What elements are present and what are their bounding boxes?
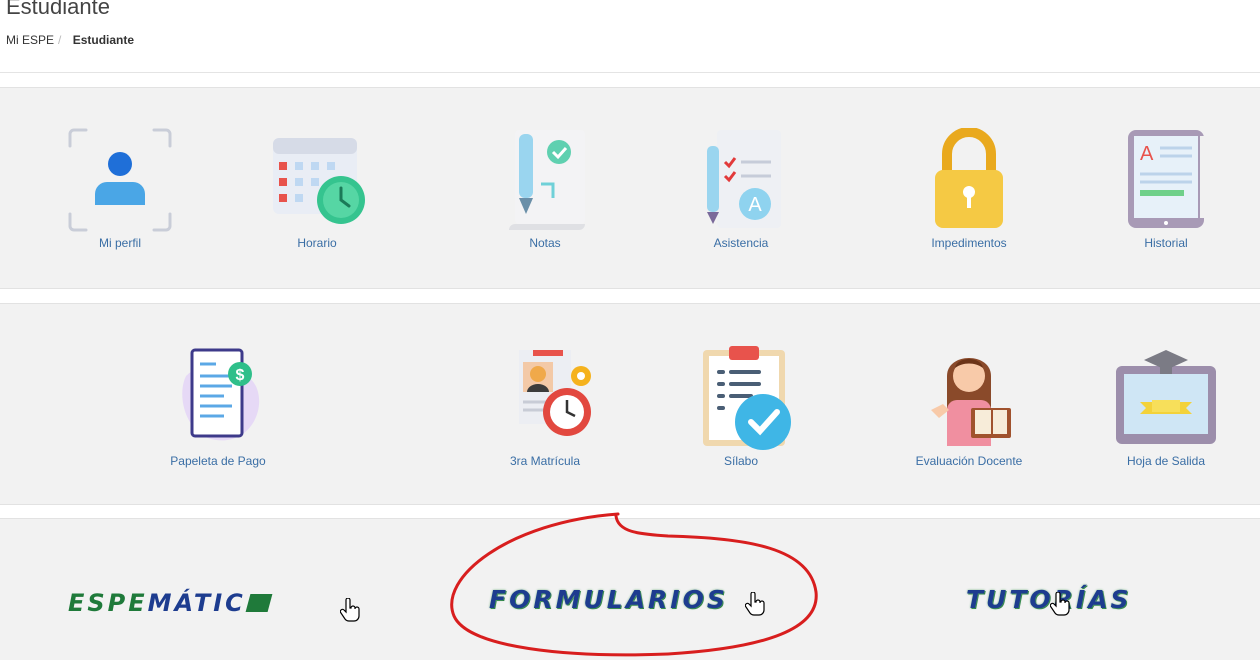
syllabus-clipboard-icon: [703, 346, 791, 450]
breadcrumb-current: Estudiante: [72, 33, 135, 47]
tile-label: Notas: [529, 236, 561, 250]
tile-3ra-matricula[interactable]: 3ra Matrícula: [470, 346, 620, 468]
breadcrumb-separator: /: [58, 33, 62, 47]
tile-label: Mi perfil: [98, 236, 141, 250]
breadcrumb: Mi ESPE / Estudiante: [6, 33, 134, 47]
tile-evaluacion-docente[interactable]: Evaluación Docente: [894, 346, 1044, 468]
tile-label: Sílabo: [723, 454, 759, 468]
tile-notas[interactable]: Notas: [470, 128, 620, 250]
tutorias-label: TUTORÍAS: [966, 585, 1132, 614]
payment-receipt-icon: $: [182, 348, 260, 441]
graduation-diploma-icon: [1116, 350, 1216, 444]
enrollment-timer-icon: [519, 350, 591, 436]
espematico-part2: MÁTIC: [147, 589, 246, 617]
user-profile-icon: [68, 128, 172, 232]
tile-hoja-de-salida[interactable]: Hoja de Salida: [1091, 346, 1241, 468]
hand-cursor-icon: [340, 598, 360, 622]
svg-text:$: $: [236, 367, 245, 384]
svg-text:A: A: [748, 194, 762, 216]
tile-label: Impedimentos: [931, 236, 1007, 250]
tile-label: Historial: [1144, 236, 1188, 250]
tile-mi-perfil[interactable]: Mi perfil: [45, 128, 195, 250]
tile-historial[interactable]: A Historial: [1091, 128, 1241, 250]
breadcrumb-home-link[interactable]: Mi ESPE: [6, 33, 54, 47]
calendar-clock-icon: [273, 138, 365, 224]
tile-label: Papeleta de Pago: [170, 454, 266, 468]
page-title: Estudiante: [6, 0, 110, 19]
tile-silabo[interactable]: Sílabo: [666, 346, 816, 468]
tile-label: Asistencia: [713, 236, 769, 250]
espematico-link[interactable]: ESPEMÁTIC: [68, 589, 273, 617]
attendance-checklist-icon: A: [707, 130, 781, 228]
hand-cursor-icon: [745, 592, 765, 616]
page-header: Estudiante Mi ESPE / Estudiante: [0, 0, 1260, 73]
annotation-circle: [450, 512, 818, 657]
tile-label: 3ra Matrícula: [509, 454, 581, 468]
menu-row-2: $ Papeleta de Pago 3ra Matrícula Sílabo …: [0, 303, 1260, 505]
tile-asistencia[interactable]: A Asistencia: [666, 128, 816, 250]
espematico-o-block: [245, 594, 273, 612]
svg-text:A: A: [1140, 143, 1154, 165]
tile-horario[interactable]: Horario: [242, 128, 392, 250]
tablet-history-icon: A: [1128, 130, 1210, 228]
hand-cursor-icon: [1050, 592, 1070, 616]
tutorias-link[interactable]: TUTORÍAS: [966, 585, 1132, 614]
teacher-evaluation-icon: [931, 358, 1011, 446]
tile-papeleta-de-pago[interactable]: $ Papeleta de Pago: [143, 346, 293, 468]
espematico-part1: ESPE: [68, 589, 148, 617]
tile-impedimentos[interactable]: Impedimentos: [894, 128, 1044, 250]
notes-scroll-icon: [509, 130, 585, 230]
menu-row-1: Mi perfil Horario Notas A Asistencia Imp…: [0, 87, 1260, 289]
tile-label: Hoja de Salida: [1126, 454, 1206, 468]
padlock-icon: [935, 128, 1003, 228]
tile-label: Horario: [297, 236, 337, 250]
tile-label: Evaluación Docente: [915, 454, 1023, 468]
